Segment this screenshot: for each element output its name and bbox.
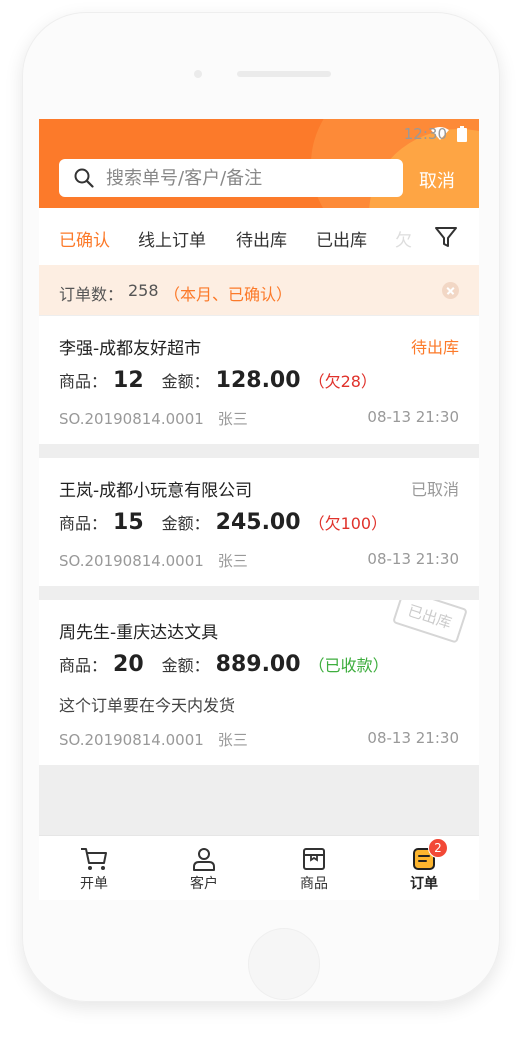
- order-status: 已取消: [410, 480, 459, 499]
- order-number: SO.20190814.0001: [59, 552, 204, 570]
- customer-name: 王岚-成都小玩意有限公司: [59, 481, 253, 501]
- tab-confirmed[interactable]: 已确认: [59, 226, 110, 251]
- person-icon: [191, 846, 217, 872]
- order-time: 08-13 21:30: [367, 550, 459, 568]
- order-number: SO.20190814.0001: [59, 410, 204, 428]
- filter-icon[interactable]: [433, 224, 459, 254]
- goods-label: 商品：: [59, 514, 108, 533]
- order-time: 08-13 21:30: [367, 729, 459, 747]
- notification-badge: 2: [428, 838, 448, 858]
- order-status: 待出库: [410, 338, 459, 357]
- cancel-button[interactable]: 取消: [419, 167, 455, 193]
- clerk-name: 张三: [217, 552, 248, 570]
- goods-count: 12: [113, 368, 144, 393]
- order-meta: SO.20190814.0001 张三: [59, 550, 248, 571]
- goods-label: 商品：: [59, 372, 108, 391]
- order-icon: 2: [411, 838, 448, 872]
- order-meta: SO.20190814.0001 张三: [59, 729, 248, 750]
- filter-tag: （本月、已确认）: [164, 285, 293, 304]
- tab-online-orders[interactable]: 线上订单: [138, 226, 206, 251]
- debt-text: （欠28）: [308, 372, 377, 391]
- order-count-label: 订单数：: [59, 285, 124, 304]
- order-card[interactable]: 已出库 周先生-重庆达达文具 商品： 20 金额： 889.00 （已收款） 这…: [39, 600, 479, 765]
- tab-pending-shipment[interactable]: 待出库: [236, 226, 287, 251]
- goods-label: 商品：: [59, 656, 108, 675]
- nav-label: 订单: [410, 876, 438, 892]
- tab-owed[interactable]: 欠: [395, 226, 412, 251]
- goods-count: 20: [113, 652, 144, 677]
- nav-products[interactable]: 商品: [259, 836, 369, 900]
- status-bar: 12:30: [404, 124, 467, 144]
- amount-label: 金额：: [161, 514, 210, 533]
- order-time: 08-13 21:30: [367, 408, 459, 426]
- bottom-nav: 开单 客户 商品 2 订单: [39, 835, 479, 900]
- amount-label: 金额：: [161, 372, 210, 391]
- order-summary-banner: 订单数： 258 （本月、已确认）: [39, 265, 479, 315]
- order-meta: SO.20190814.0001 张三: [59, 408, 248, 429]
- nav-new-order[interactable]: 开单: [39, 836, 149, 900]
- app-screen: 12:30 取消 已确认 线上订单 待出库 已出库 欠 订单数： 258 （本月…: [39, 119, 479, 900]
- header: 12:30 取消: [39, 119, 479, 208]
- order-number: SO.20190814.0001: [59, 731, 204, 749]
- amount-value: 889.00: [215, 652, 301, 677]
- shipped-stamp: 已出库: [392, 600, 468, 644]
- cart-icon: [79, 846, 109, 872]
- amount-value: 245.00: [215, 510, 301, 535]
- status-tabs: 已确认 线上订单 待出库 已出库 欠: [39, 208, 479, 265]
- nav-label: 商品: [300, 876, 328, 892]
- payment-status: （已收款）: [308, 656, 389, 675]
- search-input[interactable]: [104, 166, 388, 190]
- earpiece-speaker: [237, 71, 331, 77]
- clerk-name: 张三: [217, 410, 248, 428]
- front-camera: [194, 70, 202, 78]
- order-card[interactable]: 李强-成都友好超市 待出库 商品： 12 金额： 128.00 （欠28） SO…: [39, 316, 479, 444]
- order-card[interactable]: 王岚-成都小玩意有限公司 已取消 商品： 15 金额： 245.00 （欠100…: [39, 458, 479, 586]
- customer-name: 周先生-重庆达达文具: [59, 623, 219, 643]
- amount-label: 金额：: [161, 656, 210, 675]
- search-box[interactable]: [59, 159, 403, 197]
- nav-label: 客户: [190, 876, 218, 892]
- nav-customers[interactable]: 客户: [149, 836, 259, 900]
- nav-label: 开单: [80, 876, 108, 892]
- goods-count: 15: [113, 510, 144, 535]
- clerk-name: 张三: [217, 731, 248, 749]
- home-button[interactable]: [248, 928, 320, 1000]
- customer-name: 李强-成都友好超市: [59, 339, 202, 359]
- clear-filter-icon[interactable]: [442, 282, 459, 299]
- battery-icon: [457, 126, 467, 142]
- amount-value: 128.00: [215, 368, 301, 393]
- order-note: 这个订单要在今天内发货: [59, 696, 236, 715]
- box-icon: [301, 846, 327, 872]
- debt-text: （欠100）: [308, 514, 388, 533]
- nav-orders[interactable]: 2 订单: [369, 836, 479, 900]
- search-icon: [74, 167, 96, 189]
- order-count: 258: [128, 281, 159, 300]
- tab-shipped[interactable]: 已出库: [316, 226, 367, 251]
- status-time: 12:30: [403, 125, 447, 143]
